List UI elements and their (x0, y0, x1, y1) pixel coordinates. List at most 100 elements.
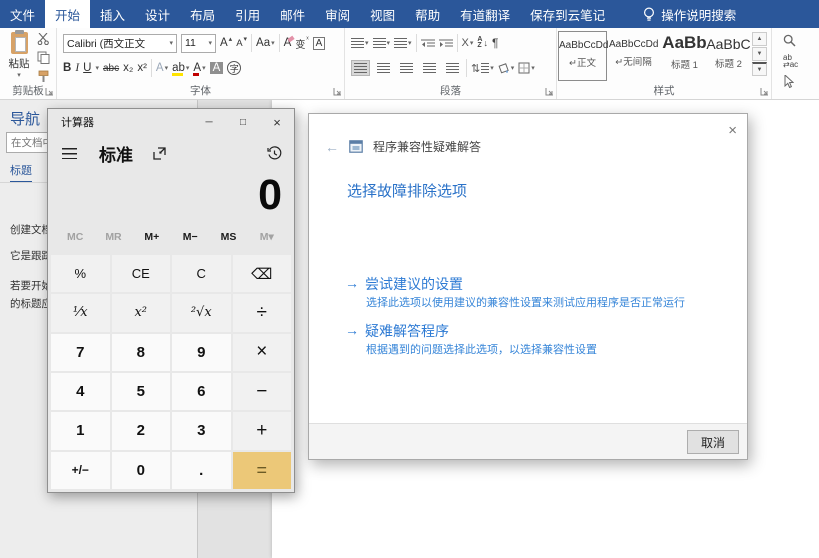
calculator-maximize-button[interactable]: □ (226, 109, 260, 135)
paragraph-dialog-launcher[interactable] (545, 87, 554, 96)
calculator-minimize-button[interactable]: ─ (192, 109, 226, 135)
align-left-button[interactable] (351, 60, 370, 76)
tab-save-to-cloud-notes[interactable]: 保存到云笔记 (520, 0, 615, 28)
paste-button[interactable]: 粘贴 ▾ (5, 32, 33, 84)
increase-indent-button[interactable] (439, 38, 453, 49)
clear-key[interactable]: C (172, 255, 231, 292)
calculator-titlebar[interactable]: 计算器 ─ □ × (48, 109, 294, 135)
calculator-menu-icon[interactable] (62, 148, 77, 159)
square-root-key[interactable]: ²√x (172, 294, 231, 331)
decrease-indent-button[interactable] (421, 38, 435, 49)
subtract-key[interactable]: − (233, 373, 292, 410)
tab-home[interactable]: 开始 (45, 0, 90, 28)
shading-button[interactable]: ▾ (498, 62, 515, 74)
dialog-close-icon[interactable]: × (728, 122, 737, 139)
option-troubleshoot-program[interactable]: 疑难解答程序 (365, 321, 449, 341)
tab-help[interactable]: 帮助 (405, 0, 450, 28)
styles-gallery-expand[interactable]: ▼ (752, 62, 767, 76)
select-icon[interactable] (783, 75, 794, 88)
styles-scroll-up[interactable]: ▲ (752, 32, 767, 46)
tell-me-search[interactable]: 操作说明搜索 (635, 0, 744, 28)
digit-2-key[interactable]: 2 (112, 412, 171, 449)
find-icon[interactable] (783, 34, 796, 47)
align-right-button[interactable] (397, 60, 416, 76)
enclose-characters-button[interactable]: 字 (227, 61, 241, 75)
clear-formatting-button[interactable]: A (284, 37, 292, 49)
digit-4-key[interactable]: 4 (51, 373, 110, 410)
font-dialog-launcher[interactable] (333, 87, 342, 96)
tab-mailings[interactable]: 邮件 (270, 0, 315, 28)
tab-insert[interactable]: 插入 (90, 0, 135, 28)
percent-key[interactable]: % (51, 255, 110, 292)
digit-5-key[interactable]: 5 (112, 373, 171, 410)
digit-6-key[interactable]: 6 (172, 373, 231, 410)
tab-review[interactable]: 审阅 (315, 0, 360, 28)
tab-references[interactable]: 引用 (225, 0, 270, 28)
font-name-combo[interactable]: Calibri (西文正文 ▾ (63, 34, 177, 53)
option-try-recommended[interactable]: 尝试建议的设置 (365, 274, 463, 294)
grow-font-button[interactable]: A▴ (220, 37, 232, 49)
show-hide-marks-button[interactable]: ¶ (492, 36, 498, 50)
memory-add-button[interactable]: M+ (133, 231, 171, 253)
add-key[interactable]: + (233, 412, 292, 449)
negate-key[interactable]: +/− (51, 452, 110, 489)
history-icon[interactable] (267, 146, 282, 161)
distribute-button[interactable] (443, 60, 462, 76)
calculator-close-button[interactable]: × (260, 109, 294, 135)
font-size-combo[interactable]: 11 ▾ (181, 34, 216, 53)
change-case-button[interactable]: Aa▾ (256, 37, 275, 49)
replace-icon[interactable]: ab⇄ac (783, 54, 798, 68)
clipboard-dialog-launcher[interactable] (45, 87, 54, 96)
nav-tab-headings[interactable]: 标题 (10, 162, 32, 183)
digit-9-key[interactable]: 9 (172, 334, 231, 371)
cancel-button[interactable]: 取消 (687, 430, 739, 454)
numbering-button[interactable]: ▾ (373, 38, 391, 48)
style-heading-2[interactable]: AaBbC 标题 2 (704, 31, 753, 81)
align-center-button[interactable] (374, 60, 393, 76)
tab-layout[interactable]: 布局 (180, 0, 225, 28)
format-painter-icon[interactable] (37, 70, 50, 83)
digit-8-key[interactable]: 8 (112, 334, 171, 371)
memory-store-button[interactable]: MS (209, 231, 247, 253)
pinyin-guide-button[interactable]: 变ˣ (295, 36, 308, 51)
styles-scroll-down[interactable]: ▼ (752, 47, 767, 61)
underline-caret[interactable]: ▾ (95, 64, 99, 72)
asian-layout-button[interactable]: X▾ (462, 37, 474, 49)
tab-youdao-translate[interactable]: 有道翻译 (450, 0, 520, 28)
copy-icon[interactable] (37, 51, 50, 64)
digit-3-key[interactable]: 3 (172, 412, 231, 449)
digit-7-key[interactable]: 7 (51, 334, 110, 371)
sort-button[interactable]: AZ↓ (477, 37, 488, 49)
digit-1-key[interactable]: 1 (51, 412, 110, 449)
bullets-button[interactable]: ▾ (351, 38, 369, 48)
cut-icon[interactable] (37, 33, 50, 45)
multilevel-list-button[interactable]: ▾ (394, 38, 412, 48)
subscript-button[interactable]: x₂ (123, 62, 133, 74)
justify-button[interactable] (420, 60, 439, 76)
italic-button[interactable]: I (75, 62, 79, 74)
tab-design[interactable]: 设计 (135, 0, 180, 28)
strikethrough-button[interactable]: abc (103, 63, 119, 74)
square-key[interactable]: x² (112, 294, 171, 331)
bold-button[interactable]: B (63, 62, 71, 74)
clear-entry-key[interactable]: CE (112, 255, 171, 292)
shrink-font-button[interactable]: A▾ (236, 38, 247, 49)
style-heading-1[interactable]: AaBb 标题 1 (660, 31, 709, 81)
styles-dialog-launcher[interactable] (760, 87, 769, 96)
backspace-key[interactable]: ⌫ (233, 255, 292, 292)
divide-key[interactable]: ÷ (233, 294, 292, 331)
keep-on-top-icon[interactable] (153, 147, 166, 160)
tab-view[interactable]: 视图 (360, 0, 405, 28)
underline-button[interactable]: U (83, 62, 91, 74)
memory-subtract-button[interactable]: M− (171, 231, 209, 253)
dialog-back-icon[interactable]: ← (325, 139, 339, 155)
multiply-key[interactable]: × (233, 334, 292, 371)
line-spacing-button[interactable]: ⇅▾ (471, 62, 494, 75)
equals-key[interactable]: = (233, 452, 292, 489)
decimal-key[interactable]: . (172, 452, 231, 489)
style-normal[interactable]: AaBbCcDd ↵正文 (558, 31, 607, 81)
character-shading-button[interactable]: A (210, 62, 224, 74)
text-effects-button[interactable]: A▾ (156, 62, 168, 74)
style-no-spacing[interactable]: AaBbCcDd ↵无间隔 (609, 31, 658, 81)
superscript-button[interactable]: x² (137, 62, 147, 74)
